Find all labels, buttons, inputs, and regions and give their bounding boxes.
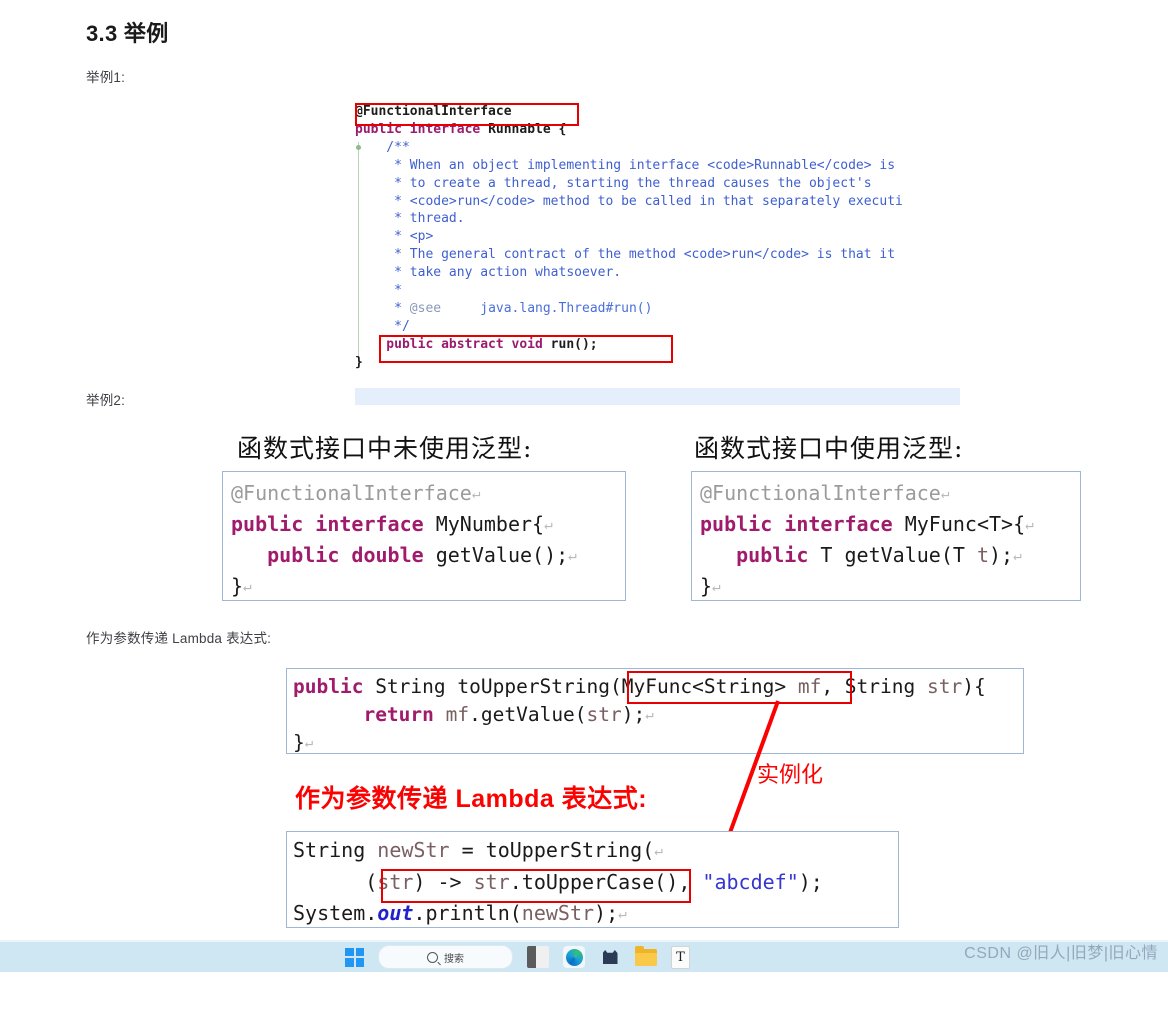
ide-code-screenshot: @FunctionalInterface public interface Ru… bbox=[355, 103, 965, 405]
label-example-1: 举例1: bbox=[86, 70, 126, 85]
edge-browser-icon[interactable] bbox=[563, 946, 585, 968]
windows-taskbar: 搜索 T CSDN @旧人|旧梦|旧心情 bbox=[0, 940, 1168, 972]
text-editor-icon[interactable]: T bbox=[671, 945, 690, 969]
ide-code-text: @FunctionalInterface public interface Ru… bbox=[355, 104, 903, 370]
search-icon bbox=[427, 951, 438, 963]
windows-start-icon[interactable] bbox=[345, 947, 364, 967]
search-input[interactable]: 搜索 bbox=[378, 945, 513, 969]
code-box-myfunc: @FunctionalInterface↵ public interface My… bbox=[691, 471, 1081, 601]
document-page: 3.3 举例 举例1: @FunctionalInterface public … bbox=[0, 0, 1168, 972]
redbox-annotation-abstract-method bbox=[379, 335, 673, 363]
redbox-annotation-lambda-expression bbox=[381, 869, 691, 903]
file-explorer-icon[interactable] bbox=[635, 945, 657, 966]
caption-no-generics: 函数式接口中未使用泛型: bbox=[237, 434, 533, 463]
search-placeholder: 搜索 bbox=[444, 953, 464, 965]
caption-with-generics: 函数式接口中使用泛型: bbox=[694, 434, 964, 463]
ide-highlighted-row bbox=[355, 388, 960, 405]
cat-app-icon[interactable] bbox=[599, 946, 621, 968]
code-box-toupperstring: public String toUpperString(MyFunc<Strin… bbox=[286, 668, 1024, 754]
taskbar-icon-group: 搜索 T bbox=[345, 942, 690, 972]
csdn-watermark: CSDN @旧人|旧梦|旧心情 bbox=[964, 945, 1158, 962]
page-title: 3.3 举例 bbox=[86, 21, 169, 46]
code-box-mynumber: @FunctionalInterface↵ public interface My… bbox=[222, 471, 626, 601]
redbox-annotation-functional-interface bbox=[355, 103, 579, 126]
label-lambda-as-parameter: 作为参数传递 Lambda 表达式: bbox=[86, 631, 272, 646]
code-box-lambda-call: String newStr = toUpperString(↵ (str) ->… bbox=[286, 831, 899, 928]
task-view-icon[interactable] bbox=[527, 946, 549, 968]
red-annotation-heading: 作为参数传递 Lambda 表达式: bbox=[295, 785, 648, 813]
label-example-2: 举例2: bbox=[86, 393, 126, 408]
